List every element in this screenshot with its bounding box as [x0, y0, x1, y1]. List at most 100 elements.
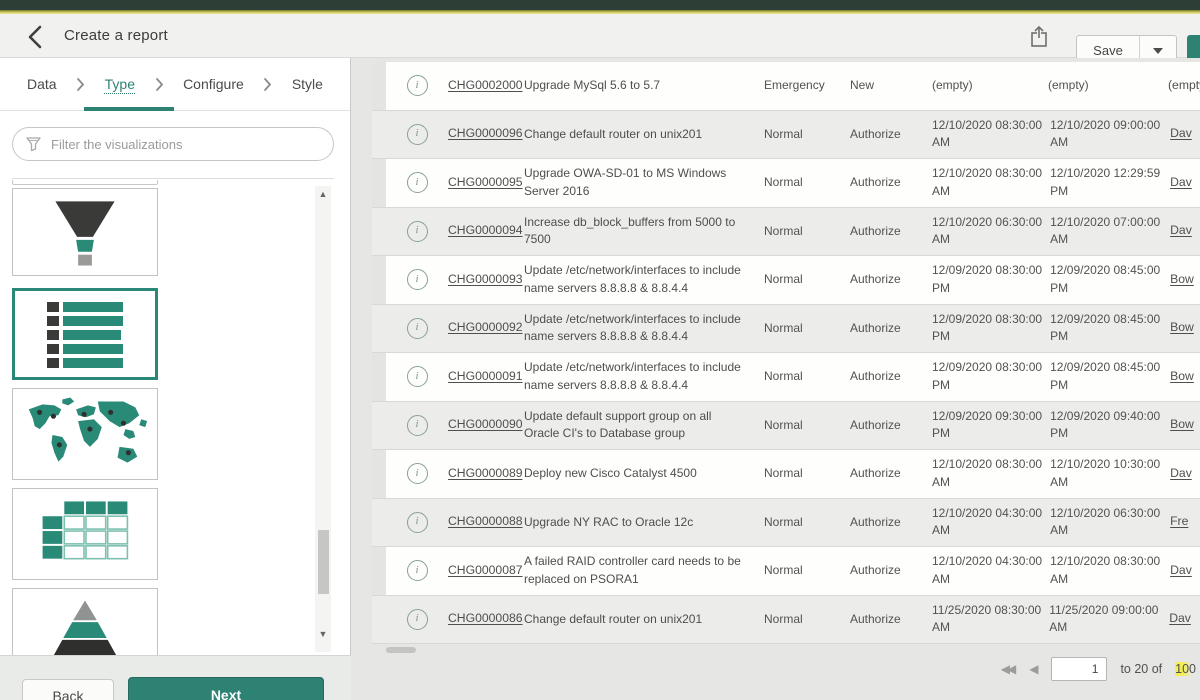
- assigned-to-link[interactable]: Dav: [1170, 466, 1192, 480]
- back-step-button[interactable]: Back: [22, 679, 114, 700]
- table-row[interactable]: i CHG0000090 Update default support grou…: [372, 402, 1200, 451]
- table-row[interactable]: i CHG0000096 Change default router on un…: [372, 111, 1200, 160]
- row-gutter: [372, 159, 386, 207]
- assigned-to-link[interactable]: Dav: [1170, 563, 1192, 577]
- scroll-up-arrow-icon[interactable]: ▲: [317, 188, 329, 200]
- info-icon[interactable]: i: [407, 366, 428, 387]
- next-step-button[interactable]: Next: [128, 677, 324, 700]
- change-number-link[interactable]: CHG0000095: [448, 175, 523, 189]
- priority-value: Normal: [756, 320, 834, 337]
- step-configure[interactable]: Configure: [183, 76, 244, 92]
- horizontal-scrollbar-thumb[interactable]: [386, 647, 416, 653]
- change-number-link[interactable]: CHG0002000: [448, 78, 523, 92]
- planned-start-date: 12/10/2020 08:30:00 AM: [918, 165, 1042, 200]
- planned-end-date: 12/10/2020 10:30:00 AM: [1042, 456, 1164, 491]
- info-icon[interactable]: i: [407, 415, 428, 436]
- assigned-to-link[interactable]: Bow: [1170, 320, 1194, 334]
- share-button[interactable]: [1028, 24, 1050, 50]
- pagination-range-label: to 20 of: [1120, 662, 1162, 676]
- chevron-right-icon: [155, 77, 164, 92]
- chevron-left-icon: [24, 23, 48, 51]
- first-page-button[interactable]: ◀◀: [1001, 662, 1016, 676]
- assigned-to-link[interactable]: Dav: [1170, 126, 1192, 140]
- change-number-link[interactable]: CHG0000086: [448, 611, 523, 625]
- state-value: Authorize: [834, 368, 918, 385]
- viz-thumb-list[interactable]: [12, 288, 158, 380]
- change-number-link[interactable]: CHG0000089: [448, 466, 523, 480]
- info-icon[interactable]: i: [407, 512, 428, 533]
- short-description: Update default support group on all Orac…: [524, 408, 756, 443]
- info-icon[interactable]: i: [407, 269, 428, 290]
- page-header: Create a report Save: [0, 14, 1200, 58]
- table-row[interactable]: i CHG0000088 Upgrade NY RAC to Oracle 12…: [372, 499, 1200, 548]
- planned-start-date: 12/10/2020 06:30:00 AM: [918, 214, 1042, 249]
- info-icon[interactable]: i: [407, 463, 428, 484]
- change-number-link[interactable]: CHG0000087: [448, 563, 523, 577]
- viz-thumb-funnel-chart[interactable]: [12, 188, 158, 276]
- page-number-input[interactable]: [1051, 657, 1107, 681]
- viz-thumb-world-map[interactable]: [12, 388, 158, 480]
- planned-end-date: 12/09/2020 09:40:00 PM: [1042, 408, 1164, 443]
- assigned-to-link[interactable]: Dav: [1169, 611, 1191, 625]
- short-description: Upgrade MySql 5.6 to 5.7: [524, 77, 756, 94]
- assigned-to-link[interactable]: Bow: [1170, 272, 1194, 286]
- info-icon[interactable]: i: [407, 560, 428, 581]
- change-number-link[interactable]: CHG0000091: [448, 369, 523, 383]
- planned-end-date: 12/09/2020 08:45:00 PM: [1042, 262, 1164, 297]
- filter-visualizations-input[interactable]: [51, 137, 321, 152]
- change-number-link[interactable]: CHG0000092: [448, 320, 523, 334]
- assigned-to-link[interactable]: Dav: [1170, 223, 1192, 237]
- change-request-table: i CHG0002000 Upgrade MySql 5.6 to 5.7 Em…: [372, 62, 1200, 644]
- change-number-link[interactable]: CHG0000088: [448, 514, 523, 528]
- short-description: Increase db_block_buffers from 5000 to 7…: [524, 214, 756, 249]
- table-row[interactable]: i CHG0000093 Update /etc/network/interfa…: [372, 256, 1200, 305]
- info-icon[interactable]: i: [407, 318, 428, 339]
- previous-page-button[interactable]: ◀: [1029, 662, 1038, 676]
- assigned-to-link[interactable]: Dav: [1170, 175, 1192, 189]
- scroll-down-arrow-icon[interactable]: ▼: [317, 628, 329, 640]
- assigned-to-link[interactable]: (empty): [1168, 78, 1200, 92]
- state-value: Authorize: [834, 562, 918, 579]
- viz-thumb-pivot-table[interactable]: [12, 488, 158, 580]
- active-step-underline: [84, 107, 174, 111]
- planned-start-date: 12/10/2020 08:30:00 AM: [918, 456, 1042, 491]
- change-number-link[interactable]: CHG0000090: [448, 417, 523, 431]
- assigned-to-link[interactable]: Bow: [1170, 417, 1194, 431]
- change-number-link[interactable]: CHG0000094: [448, 223, 523, 237]
- table-row[interactable]: i CHG0000087 A failed RAID controller ca…: [372, 547, 1200, 596]
- row-gutter: [372, 62, 386, 110]
- planned-end-date: 12/10/2020 12:29:59 PM: [1042, 165, 1164, 200]
- step-style[interactable]: Style: [292, 76, 323, 92]
- info-icon[interactable]: i: [407, 124, 428, 145]
- step-breadcrumb: Data Type Configure Style: [0, 58, 350, 111]
- caret-down-icon: [1153, 48, 1163, 54]
- info-icon[interactable]: i: [407, 172, 428, 193]
- priority-value: Emergency: [756, 77, 834, 94]
- planned-end-date: 11/25/2020 09:00:00 AM: [1041, 602, 1163, 637]
- assigned-to-link[interactable]: Fre: [1170, 514, 1188, 528]
- table-row[interactable]: i CHG0000086 Change default router on un…: [372, 596, 1200, 645]
- change-number-link[interactable]: CHG0000093: [448, 272, 523, 286]
- info-icon[interactable]: i: [407, 221, 428, 242]
- table-row[interactable]: i CHG0000089 Deploy new Cisco Catalyst 4…: [372, 450, 1200, 499]
- change-number-link[interactable]: CHG0000096: [448, 126, 523, 140]
- info-icon[interactable]: i: [407, 75, 428, 96]
- table-row[interactable]: i CHG0000092 Update /etc/network/interfa…: [372, 305, 1200, 354]
- assigned-to-link[interactable]: Bow: [1170, 369, 1194, 383]
- table-row[interactable]: i CHG0002000 Upgrade MySql 5.6 to 5.7 Em…: [372, 62, 1200, 111]
- state-value: Authorize: [834, 514, 918, 531]
- step-type[interactable]: Type: [105, 76, 135, 92]
- table-row[interactable]: i CHG0000091 Update /etc/network/interfa…: [372, 353, 1200, 402]
- planned-start-date: 12/09/2020 08:30:00 PM: [918, 359, 1042, 394]
- priority-value: Normal: [756, 174, 834, 191]
- viz-list-scrollbar-thumb[interactable]: [318, 530, 329, 594]
- funnel-filter-icon: [25, 136, 42, 152]
- table-row[interactable]: i CHG0000095 Upgrade OWA-SD-01 to MS Win…: [372, 159, 1200, 208]
- back-button[interactable]: [24, 23, 48, 51]
- row-gutter: [372, 208, 386, 256]
- state-value: Authorize: [834, 320, 918, 337]
- step-data[interactable]: Data: [27, 76, 57, 92]
- table-row[interactable]: i CHG0000094 Increase db_block_buffers f…: [372, 208, 1200, 257]
- row-gutter: [372, 402, 386, 450]
- info-icon[interactable]: i: [407, 609, 428, 630]
